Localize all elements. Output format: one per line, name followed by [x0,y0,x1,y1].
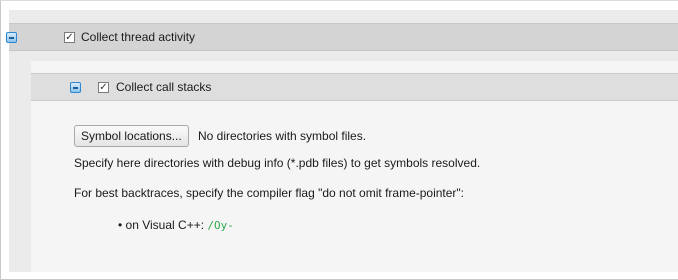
call-stacks-header: ✓ Collect call stacks [31,73,678,101]
collapse-toggle-call-stacks[interactable] [70,82,81,93]
visual-cpp-label: on Visual C++: [125,218,205,232]
collect-call-stacks-label: Collect call stacks [116,80,212,94]
visual-cpp-bullet: • on Visual C++: /Oy- [118,218,234,232]
symbol-locations-button[interactable]: Symbol locations... [74,125,189,147]
minus-icon [9,37,14,39]
options-panel: ✓ Collect thread activity ✓ Collect call… [0,0,678,280]
collapse-toggle-thread-activity[interactable] [6,32,17,43]
collect-thread-activity-checkbox[interactable]: ✓ [64,32,75,43]
minus-icon [73,87,78,89]
thread-activity-header: ✓ Collect thread activity [6,23,678,51]
symbol-status-text: No directories with symbol files. [198,129,367,143]
visual-cpp-flag: /Oy- [207,219,234,232]
collect-call-stacks-checkbox[interactable]: ✓ [98,82,109,93]
bullet-glyph: • [118,218,123,232]
collect-thread-activity-label: Collect thread activity [81,30,196,44]
symbol-hint-text: Specify here directories with debug info… [74,156,481,170]
backtrace-hint-text: For best backtraces, specify the compile… [74,186,465,200]
